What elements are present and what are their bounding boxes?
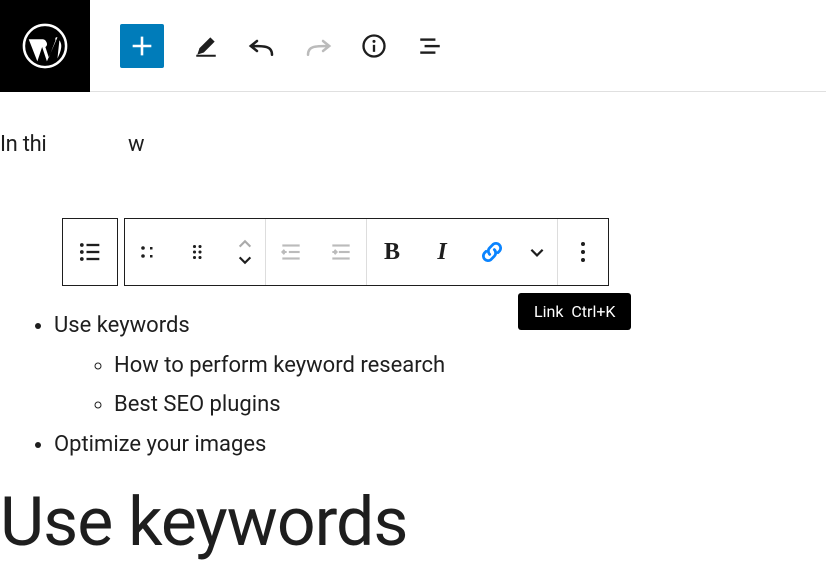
list-item: Best SEO plugins xyxy=(114,392,281,417)
block-toolbar: B I xyxy=(62,218,609,286)
list-block-icon[interactable] xyxy=(63,219,117,285)
editor-content: In thi w xyxy=(0,92,826,124)
more-options-button[interactable] xyxy=(558,219,608,285)
italic-button[interactable]: I xyxy=(417,219,467,285)
list-item: How to perform keyword research xyxy=(114,353,445,378)
list-item: Use keywords xyxy=(54,313,190,338)
block-type-group xyxy=(62,218,118,286)
list-item: Optimize your images xyxy=(54,432,266,457)
redo-button[interactable] xyxy=(294,22,342,70)
link-tooltip: Link Ctrl+K xyxy=(518,293,631,330)
link-button[interactable] xyxy=(467,219,517,285)
outdent-button[interactable] xyxy=(266,219,316,285)
ordered-list-button[interactable] xyxy=(175,219,225,285)
paragraph-fragment-left: In thi xyxy=(0,132,46,157)
undo-button[interactable] xyxy=(238,22,286,70)
paragraph-fragment-mid: w xyxy=(128,132,144,157)
more-formatting-dropdown[interactable] xyxy=(517,219,557,285)
main-toolbar-group: B I xyxy=(124,218,609,286)
list-block[interactable]: Use keywords How to perform keyword rese… xyxy=(0,306,445,464)
info-button[interactable] xyxy=(350,22,398,70)
wordpress-logo[interactable] xyxy=(0,0,90,92)
heading-block[interactable]: Use keywords xyxy=(0,482,407,562)
top-actions xyxy=(90,22,462,70)
unordered-list-button[interactable] xyxy=(125,219,175,285)
add-block-button[interactable] xyxy=(120,24,164,68)
move-up-down-button[interactable] xyxy=(225,219,265,285)
indent-button[interactable] xyxy=(316,219,366,285)
editor-topbar xyxy=(0,0,826,92)
edit-mode-button[interactable] xyxy=(182,22,230,70)
outline-button[interactable] xyxy=(406,22,454,70)
bold-button[interactable]: B xyxy=(367,219,417,285)
